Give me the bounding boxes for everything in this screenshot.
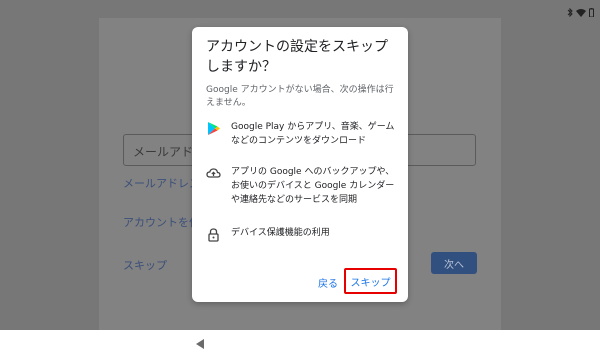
- skip-button[interactable]: スキップ: [344, 268, 397, 294]
- cloud-upload-icon: [206, 166, 221, 181]
- feature-text: アプリの Google へのバックアップや、お使いのデバイスと Google カ…: [231, 167, 395, 205]
- lock-icon: [206, 227, 221, 242]
- status-bar: [0, 0, 600, 18]
- background-next-button: 次へ: [431, 252, 477, 274]
- dialog-description: Google アカウントがない場合、次の操作は行えません。: [206, 85, 394, 108]
- navigation-bar: [0, 330, 600, 360]
- bluetooth-icon: [567, 2, 573, 21]
- back-button[interactable]: 戻る: [318, 275, 338, 290]
- battery-icon: [589, 2, 594, 21]
- feature-text: Google Play からアプリ、音楽、ゲームなどのコンテンツをダウンロード: [231, 122, 395, 146]
- background-skip-link: スキップ: [123, 259, 167, 272]
- feature-text: デバイス保護機能の利用: [231, 228, 330, 238]
- feature-item-play: Google Play からアプリ、音楽、ゲームなどのコンテンツをダウンロード: [206, 120, 401, 148]
- wifi-icon: [576, 2, 586, 21]
- status-icons: [567, 2, 594, 21]
- play-store-icon: [206, 121, 221, 136]
- dialog-title: アカウントの設定をスキップしますか？: [206, 39, 388, 75]
- nav-back-icon[interactable]: [196, 339, 204, 349]
- feature-item-protection: デバイス保護機能の利用: [206, 226, 401, 242]
- skip-account-dialog: アカウントの設定をスキップしますか？ Google アカウントがない場合、次の操…: [192, 27, 408, 302]
- feature-item-backup: アプリの Google へのバックアップや、お使いのデバイスと Google カ…: [206, 165, 401, 207]
